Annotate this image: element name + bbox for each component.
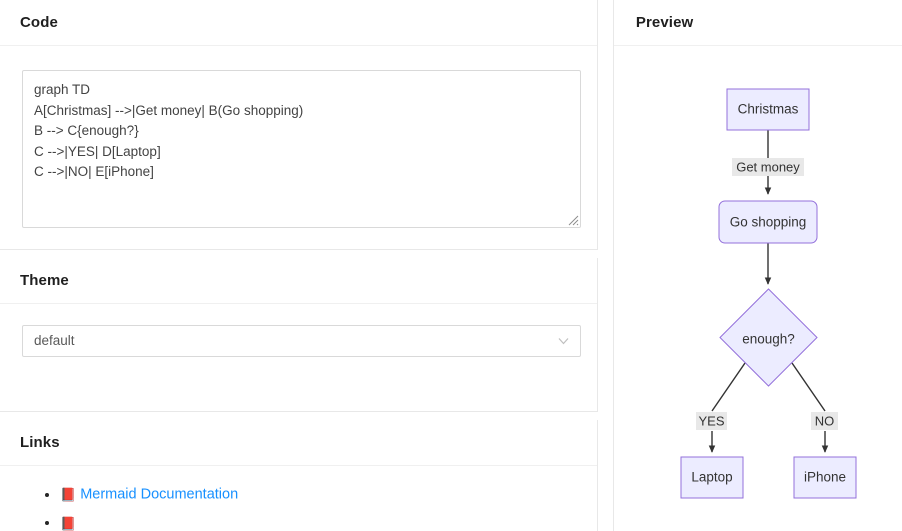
mermaid-documentation-link[interactable]: Mermaid Documentation (80, 486, 238, 502)
links-card-body: 📕Mermaid Documentation 📕 (0, 466, 597, 531)
flow-node-label: enough? (742, 332, 795, 347)
book-icon: 📕 (60, 515, 77, 531)
code-card-header: Code (0, 0, 597, 46)
list-item: 📕 (60, 512, 575, 531)
flow-node-laptop[interactable]: Laptop (680, 456, 744, 499)
preview-title: Preview (635, 14, 694, 31)
svg-text:YES: YES (698, 413, 724, 428)
card-gap-1 (0, 250, 598, 258)
flow-node-enough[interactable]: enough? (719, 288, 818, 387)
code-card-title: Code (20, 14, 58, 31)
flow-node-go-shopping[interactable]: Go shopping (718, 200, 818, 244)
theme-select[interactable]: default (22, 325, 581, 357)
links-card: Links 📕Mermaid Documentation 📕 (0, 420, 598, 531)
code-card: Code (0, 0, 598, 250)
mermaid-flowchart-svg: Christmas Get money Go shopping enough? (680, 88, 857, 499)
svg-text:Get money: Get money (736, 159, 800, 174)
edge-label-yes: YES (695, 412, 727, 430)
edge-C-D (708, 362, 746, 453)
links-card-header: Links (0, 420, 597, 466)
theme-card: Theme default (0, 258, 598, 412)
edge-C-E (791, 362, 829, 453)
code-card-body (0, 46, 597, 228)
mermaid-live-editor: Code Theme (0, 0, 902, 531)
links-list: 📕Mermaid Documentation 📕 (22, 484, 575, 531)
edge-label-get-money: Get money (731, 158, 804, 176)
links-card-title: Links (20, 434, 60, 451)
card-gap-2 (0, 412, 598, 420)
flow-node-christmas[interactable]: Christmas (726, 88, 810, 131)
preview-header: Preview (613, 0, 902, 46)
theme-card-body: default (0, 304, 597, 357)
flow-node-label: Go shopping (730, 215, 807, 230)
flow-node-iphone[interactable]: iPhone (793, 456, 857, 499)
mermaid-code-editor[interactable] (22, 70, 581, 228)
diagram-canvas[interactable]: Christmas Get money Go shopping enough? (614, 46, 902, 531)
flow-node-label: iPhone (804, 470, 846, 485)
code-editor-wrapper (22, 70, 581, 228)
theme-select-value: default (34, 333, 75, 348)
theme-card-title: Theme (20, 272, 69, 289)
list-item: 📕Mermaid Documentation (60, 484, 575, 505)
left-column: Code Theme (0, 0, 598, 531)
book-icon: 📕 (60, 487, 77, 503)
flow-node-label: Laptop (691, 470, 732, 485)
chevron-down-icon (558, 338, 569, 345)
theme-card-header: Theme (0, 258, 597, 304)
flow-node-label: Christmas (737, 102, 798, 117)
svg-text:NO: NO (815, 413, 835, 428)
edge-label-no: NO (810, 412, 838, 430)
preview-column: Preview Christmas Get money Go shopping … (612, 0, 902, 531)
